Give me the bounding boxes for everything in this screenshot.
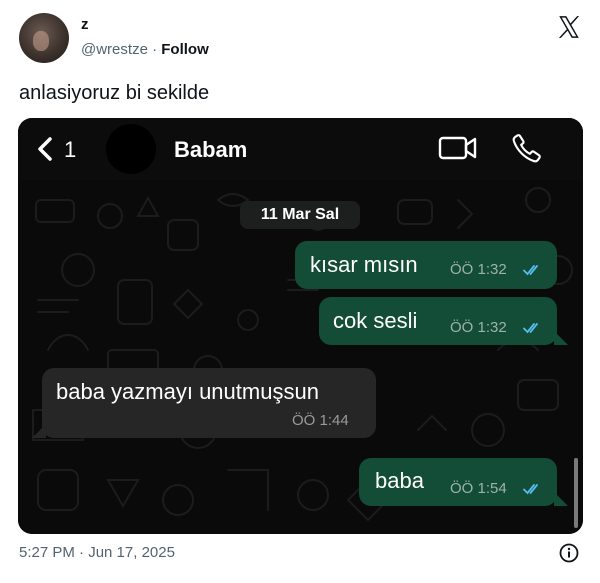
author-handle-row: @wrestze · Follow xyxy=(81,41,209,58)
phone-icon[interactable] xyxy=(511,132,543,164)
author-handle[interactable]: @wrestze xyxy=(81,41,148,58)
bubble-tail xyxy=(554,492,568,506)
message-text: baba yazmayı unutmuşsun xyxy=(56,379,319,404)
message-text: kısar mısın xyxy=(310,252,418,277)
tweet-timestamp[interactable]: 5:27 PM · Jun 17, 2025 xyxy=(19,544,175,561)
double-check-read-icon xyxy=(523,484,538,495)
outgoing-message-bubble[interactable]: cok sesli ÖÖ 1:32 xyxy=(319,297,557,345)
outgoing-message-bubble[interactable]: baba ÖÖ 1:54 xyxy=(359,458,557,506)
date-separator-chip: 11 Mar Sal xyxy=(240,201,360,229)
message-time: ÖÖ 1:32 xyxy=(450,319,507,336)
tweet-text: anlasiyoruz bi sekilde xyxy=(19,82,210,104)
double-check-read-icon xyxy=(523,323,538,334)
chevron-left-icon[interactable] xyxy=(32,135,60,163)
chat-area[interactable]: 11 Mar Sal kısar mısın ÖÖ 1:32 cok sesli… xyxy=(18,180,583,534)
message-time: ÖÖ 1:44 xyxy=(292,412,349,429)
bubble-tail xyxy=(554,331,568,345)
contact-name[interactable]: Babam xyxy=(174,137,247,163)
outgoing-message-bubble[interactable]: kısar mısın ÖÖ 1:32 xyxy=(295,241,557,289)
x-logo-icon[interactable] xyxy=(556,14,582,40)
author-name[interactable]: z xyxy=(81,16,89,33)
author-avatar[interactable] xyxy=(19,13,69,63)
info-icon[interactable] xyxy=(559,543,579,563)
message-time: ÖÖ 1:32 xyxy=(450,261,507,278)
chat-header: 1 Babam xyxy=(18,118,583,180)
message-text: baba xyxy=(375,468,424,493)
follow-button[interactable]: Follow xyxy=(161,41,209,58)
separator-dot: · xyxy=(152,41,158,58)
message-time: ÖÖ 1:54 xyxy=(450,480,507,497)
chat-scrollbar[interactable] xyxy=(574,458,578,528)
incoming-message-bubble[interactable]: baba yazmayı unutmuşsun ÖÖ 1:44 xyxy=(42,368,376,438)
bubble-tail xyxy=(32,424,46,438)
attached-chat-screenshot[interactable]: 1 Babam 11 Mar Sal kısar mısın ÖÖ 1:32 c… xyxy=(18,118,583,534)
contact-avatar[interactable] xyxy=(106,124,156,174)
double-check-read-icon xyxy=(523,265,538,276)
back-unread-count[interactable]: 1 xyxy=(64,137,76,163)
video-camera-icon[interactable] xyxy=(438,133,478,163)
message-text: cok sesli xyxy=(333,308,418,333)
